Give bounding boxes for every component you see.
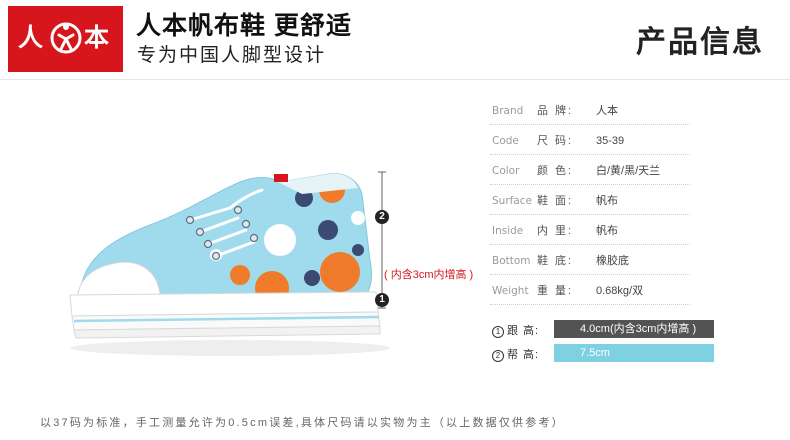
- heel-height-text: 跟 高:: [507, 325, 540, 337]
- heel-height-label: 1跟 高:: [492, 322, 539, 338]
- spec-cn-label: 重 量:: [537, 285, 574, 297]
- upper-height-label: 2帮 高:: [492, 346, 539, 362]
- spec-row-brand: Brand 品 牌: 人本: [490, 95, 690, 125]
- spec-value: 35-39: [596, 135, 625, 147]
- spec-en-label: Surface: [492, 195, 533, 207]
- upper-height-number: 2: [492, 350, 504, 362]
- measurement-disclaimer: 以37码为标准，手工测量允许为0.5cm误差,具体尺码请以实物为主（以上数据仅供…: [40, 417, 565, 429]
- height-measure: 2 1 ( 内含3cm内增高 ): [372, 168, 492, 318]
- spec-cn-label: 颜 色:: [537, 165, 574, 177]
- upper-height-text: 帮 高:: [507, 349, 540, 361]
- spec-row-surface: Surface 鞋 面: 帆布: [490, 185, 690, 215]
- spec-row-bottom: Bottom 鞋 底: 橡胶底: [490, 245, 690, 275]
- heel-height-number: 1: [492, 326, 504, 338]
- marker-upper-height: 2: [375, 210, 389, 224]
- inner-lift-note: ( 内含3cm内增高 ): [384, 269, 474, 281]
- spec-row-inside: Inside 内 里: 帆布: [490, 215, 690, 245]
- spec-value: 帆布: [596, 225, 618, 237]
- spec-row-code: Code 尺 码: 35-39: [490, 125, 690, 155]
- spec-cn-label: 鞋 底:: [537, 255, 574, 267]
- header: 人 本 人本帆布鞋 更舒适 专为中国人脚型设计 产品信息: [0, 0, 790, 80]
- logo-char-right: 本: [84, 24, 110, 52]
- upper-height-bar: 7.5cm: [554, 344, 714, 362]
- marker-heel-height: 1: [375, 293, 389, 307]
- spec-value: 橡胶底: [596, 255, 629, 267]
- spec-en-label: Code: [492, 135, 519, 147]
- spec-en-label: Weight: [492, 285, 529, 297]
- spec-value: 0.68kg/双: [596, 285, 644, 297]
- spec-cn-label: 尺 码:: [537, 135, 574, 147]
- logo-char-left: 人: [18, 24, 44, 52]
- spec-en-label: Brand: [492, 105, 524, 117]
- spec-value: 人本: [596, 105, 618, 117]
- spec-cn-label: 品 牌:: [537, 105, 574, 117]
- header-divider: [0, 79, 790, 80]
- brand-sub-slogan: 专为中国人脚型设计: [137, 45, 327, 66]
- spec-en-label: Color: [492, 165, 520, 177]
- spec-row-weight: Weight 重 量: 0.68kg/双: [490, 275, 690, 305]
- spec-en-label: Bottom: [492, 255, 531, 267]
- spec-cn-label: 鞋 面:: [537, 195, 574, 207]
- logo-figure-icon: [50, 22, 82, 54]
- brand-slogan: 人本帆布鞋 更舒适: [136, 12, 352, 40]
- spec-cn-label: 内 里:: [537, 225, 574, 237]
- spec-en-label: Inside: [492, 225, 524, 237]
- spec-value: 白/黄/黑/天兰: [596, 165, 661, 177]
- heel-height-bar: 4.0cm(内含3cm内增高 ): [554, 320, 714, 338]
- spec-row-color: Color 颜 色: 白/黄/黑/天兰: [490, 155, 690, 185]
- spec-table: Brand 品 牌: 人本 Code 尺 码: 35-39 Color 颜 色:…: [490, 95, 690, 305]
- section-title: 产品信息: [636, 26, 764, 59]
- spec-value: 帆布: [596, 195, 618, 207]
- brand-logo[interactable]: 人 本: [8, 6, 123, 72]
